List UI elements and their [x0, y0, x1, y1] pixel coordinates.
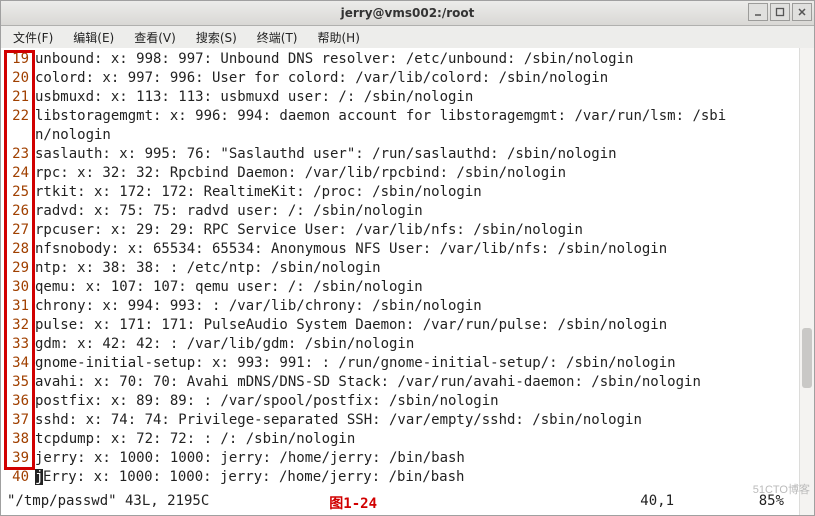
terminal-line: 19 unbound: x: 998: 997: Unbound DNS reso…	[7, 50, 808, 69]
line-text: pulse: x: 171: 171: PulseAudio System Da…	[35, 316, 667, 335]
window-title: jerry@vms002:/root	[1, 6, 814, 20]
terminal-line: 23 saslauth: x: 995: 76: "Saslauthd user"…	[7, 145, 808, 164]
terminal-content[interactable]: 19 unbound: x: 998: 997: Unbound DNS reso…	[1, 48, 814, 515]
menu-help[interactable]: 帮助(H)	[314, 27, 364, 48]
status-cursor-position: 40,1	[640, 493, 674, 509]
window-controls	[748, 3, 812, 21]
line-text: n/nologin	[35, 126, 111, 145]
scrollbar-thumb[interactable]	[802, 328, 812, 388]
menu-search[interactable]: 搜索(S)	[192, 27, 241, 48]
line-number: 20	[7, 69, 29, 88]
status-percent: 85%	[759, 493, 784, 509]
line-number: 37	[7, 411, 29, 430]
line-number: 21	[7, 88, 29, 107]
status-filename: "/tmp/passwd" 43L, 2195C	[7, 493, 209, 513]
terminal-line: 35 avahi: x: 70: 70: Avahi mDNS/DNS-SD St…	[7, 373, 808, 392]
line-number: 22	[7, 107, 29, 126]
minimize-button[interactable]	[748, 3, 768, 21]
line-text: sshd: x: 74: 74: Privilege-separated SSH…	[35, 411, 642, 430]
menu-terminal[interactable]: 终端(T)	[253, 27, 302, 48]
close-button[interactable]	[792, 3, 812, 21]
line-text: usbmuxd: x: 113: 113: usbmuxd user: /: /…	[35, 88, 473, 107]
menu-file[interactable]: 文件(F)	[9, 27, 57, 48]
terminal-line: 34 gnome-initial-setup: x: 993: 991: : /r…	[7, 354, 808, 373]
terminal-line: n/nologin	[7, 126, 808, 145]
terminal-line: 25 rtkit: x: 172: 172: RealtimeKit: /proc…	[7, 183, 808, 202]
terminal-line: 24 rpc: x: 32: 32: Rpcbind Daemon: /var/l…	[7, 164, 808, 183]
line-text: postfix: x: 89: 89: : /var/spool/postfix…	[35, 392, 499, 411]
line-text: jErry: x: 1000: 1000: jerry: /home/jerry…	[35, 468, 464, 487]
menu-view[interactable]: 查看(V)	[130, 27, 180, 48]
terminal-line: 36 postfix: x: 89: 89: : /var/spool/postf…	[7, 392, 808, 411]
line-number: 40	[7, 468, 29, 487]
line-text: rpcuser: x: 29: 29: RPC Service User: /v…	[35, 221, 583, 240]
terminal-line: 22 libstoragemgmt: x: 996: 994: daemon ac…	[7, 107, 808, 126]
line-number: 30	[7, 278, 29, 297]
line-number: 25	[7, 183, 29, 202]
line-number: 33	[7, 335, 29, 354]
terminal-line: 40 jErry: x: 1000: 1000: jerry: /home/jer…	[7, 468, 808, 487]
line-text: rpc: x: 32: 32: Rpcbind Daemon: /var/lib…	[35, 164, 566, 183]
line-number: 28	[7, 240, 29, 259]
line-text: tcpdump: x: 72: 72: : /: /sbin/nologin	[35, 430, 355, 449]
terminal-line: 21 usbmuxd: x: 113: 113: usbmuxd user: /:…	[7, 88, 808, 107]
line-number: 38	[7, 430, 29, 449]
terminal-line: 31 chrony: x: 994: 993: : /var/lib/chrony…	[7, 297, 808, 316]
line-text: radvd: x: 75: 75: radvd user: /: /sbin/n…	[35, 202, 423, 221]
line-number: 31	[7, 297, 29, 316]
line-number: 35	[7, 373, 29, 392]
terminal-line: 29 ntp: x: 38: 38: : /etc/ntp: /sbin/nolo…	[7, 259, 808, 278]
terminal-line: 32 pulse: x: 171: 171: PulseAudio System …	[7, 316, 808, 335]
menu-edit[interactable]: 编辑(E)	[69, 27, 118, 48]
line-text: libstoragemgmt: x: 996: 994: daemon acco…	[35, 107, 726, 126]
line-text: jerry: x: 1000: 1000: jerry: /home/jerry…	[35, 449, 465, 468]
terminal-line: 26 radvd: x: 75: 75: radvd user: /: /sbin…	[7, 202, 808, 221]
terminal-line: 33 gdm: x: 42: 42: : /var/lib/gdm: /sbin/…	[7, 335, 808, 354]
terminal-line: 30 qemu: x: 107: 107: qemu user: /: /sbin…	[7, 278, 808, 297]
terminal-line: 38 tcpdump: x: 72: 72: : /: /sbin/nologin	[7, 430, 808, 449]
terminal-line: 39 jerry: x: 1000: 1000: jerry: /home/jer…	[7, 449, 808, 468]
text-cursor: j	[35, 469, 43, 485]
titlebar: jerry@vms002:/root	[1, 1, 814, 26]
terminal-line: 37 sshd: x: 74: 74: Privilege-separated S…	[7, 411, 808, 430]
line-number: 29	[7, 259, 29, 278]
line-number: 32	[7, 316, 29, 335]
line-number: 24	[7, 164, 29, 183]
line-text: gdm: x: 42: 42: : /var/lib/gdm: /sbin/no…	[35, 335, 414, 354]
line-number: 39	[7, 449, 29, 468]
line-text: colord: x: 997: 996: User for colord: /v…	[35, 69, 608, 88]
line-text: gnome-initial-setup: x: 993: 991: : /run…	[35, 354, 676, 373]
line-number: 36	[7, 392, 29, 411]
maximize-button[interactable]	[770, 3, 790, 21]
line-number: 26	[7, 202, 29, 221]
line-text: ntp: x: 38: 38: : /etc/ntp: /sbin/nologi…	[35, 259, 381, 278]
line-text: rtkit: x: 172: 172: RealtimeKit: /proc: …	[35, 183, 482, 202]
line-text: nfsnobody: x: 65534: 65534: Anonymous NF…	[35, 240, 667, 259]
line-text: saslauth: x: 995: 76: "Saslauthd user": …	[35, 145, 617, 164]
terminal-line: 20 colord: x: 997: 996: User for colord: …	[7, 69, 808, 88]
line-number: 23	[7, 145, 29, 164]
terminal-line: 27 rpcuser: x: 29: 29: RPC Service User: …	[7, 221, 808, 240]
vim-status-line: "/tmp/passwd" 43L, 2195C 图1-24 40,1 85%	[7, 493, 794, 513]
line-text: unbound: x: 998: 997: Unbound DNS resolv…	[35, 50, 633, 69]
line-text: chrony: x: 994: 993: : /var/lib/chrony: …	[35, 297, 482, 316]
line-number: 34	[7, 354, 29, 373]
vertical-scrollbar[interactable]	[799, 48, 814, 515]
terminal-line: 28 nfsnobody: x: 65534: 65534: Anonymous …	[7, 240, 808, 259]
terminal-window: jerry@vms002:/root 文件(F) 编辑(E) 查看(V) 搜索(…	[0, 0, 815, 516]
line-number: 19	[7, 50, 29, 69]
line-text: avahi: x: 70: 70: Avahi mDNS/DNS-SD Stac…	[35, 373, 701, 392]
line-number: 27	[7, 221, 29, 240]
menubar: 文件(F) 编辑(E) 查看(V) 搜索(S) 终端(T) 帮助(H)	[1, 26, 814, 49]
figure-label: 图1-24	[329, 493, 377, 513]
line-text: qemu: x: 107: 107: qemu user: /: /sbin/n…	[35, 278, 423, 297]
